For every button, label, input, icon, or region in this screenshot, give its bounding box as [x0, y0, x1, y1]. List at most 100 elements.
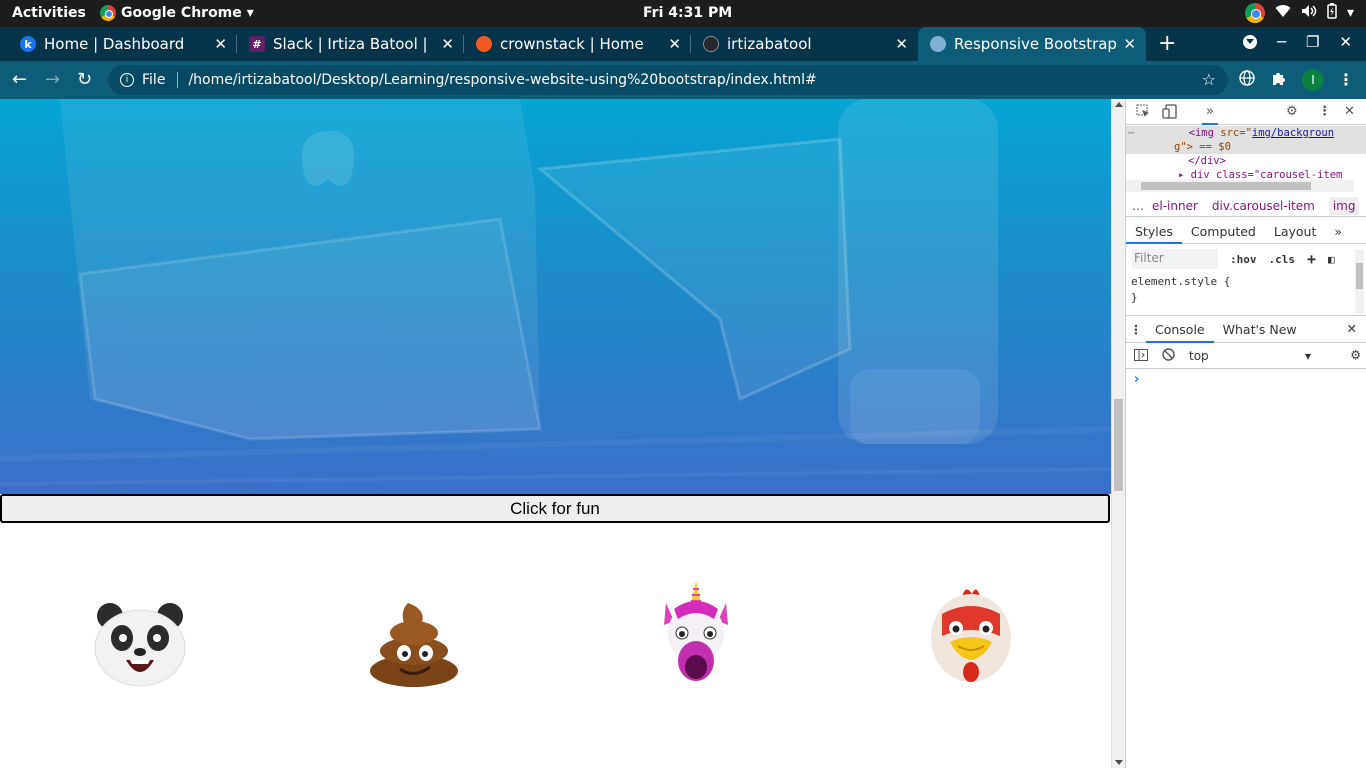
dom-src-link[interactable]: img/backgroun [1252, 127, 1334, 139]
address-bar[interactable]: i File /home/irtizabatool/Desktop/Learni… [108, 65, 1228, 95]
wifi-icon[interactable] [1275, 4, 1291, 22]
close-tab-icon[interactable]: ✕ [895, 35, 908, 53]
console-prompt[interactable]: › [1134, 372, 1139, 387]
chrome-tray-icon[interactable] [1244, 3, 1265, 23]
divider [177, 72, 179, 88]
styles-filter-input[interactable]: Filter [1132, 249, 1218, 269]
hov-button[interactable]: :hov [1230, 253, 1257, 266]
close-tab-icon[interactable]: ✕ [1123, 35, 1136, 53]
click-for-fun-button[interactable]: Click for fun [0, 494, 1110, 523]
tab-responsive-bootstrap[interactable]: Responsive Bootstrap W ✕ [918, 27, 1146, 61]
devtools-kebab-icon[interactable]: ⋮ [1318, 104, 1331, 119]
close-tab-icon[interactable]: ✕ [668, 35, 681, 53]
styles-scrollbar-thumb[interactable] [1356, 263, 1363, 289]
dom-horizontal-scrollbar[interactable] [1126, 180, 1354, 192]
translate-globe-icon[interactable] [1239, 70, 1255, 90]
tab-whats-new[interactable]: What's New [1214, 316, 1306, 343]
tab-title: Slack | Irtiza Batool | cro [273, 35, 430, 53]
inspect-element-icon[interactable] [1136, 104, 1150, 122]
scroll-down-arrow-icon[interactable] [1115, 760, 1123, 765]
dom-scrollbar-thumb[interactable] [1141, 182, 1311, 190]
tab-console[interactable]: Console [1146, 316, 1214, 343]
reload-icon[interactable]: ↻ [77, 69, 92, 90]
more-panels-chevron-icon[interactable]: » [1202, 104, 1218, 125]
tab-search-icon[interactable] [1242, 35, 1257, 49]
new-tab-plus-icon[interactable]: + [1158, 31, 1176, 56]
bookmark-star-icon[interactable]: ☆ [1202, 70, 1216, 89]
tab-title: crownstack | Home [500, 35, 644, 53]
poop-emoji-image [368, 599, 460, 693]
maximize-icon[interactable]: ❐ [1306, 33, 1319, 51]
console-settings-gear-icon[interactable]: ⚙ [1350, 348, 1361, 362]
tab-title: Home | Dashboard [44, 35, 185, 53]
page-scrollbar[interactable] [1111, 99, 1125, 768]
back-arrow-icon[interactable]: ← [12, 69, 27, 90]
dom-selected-line[interactable]: ⋯ <img src="img/backgroun [1126, 126, 1366, 140]
scroll-up-arrow-icon[interactable] [1115, 102, 1123, 107]
dom-ellipsis-icon[interactable]: ⋯ [1128, 127, 1134, 139]
minimize-icon[interactable]: ─ [1277, 33, 1286, 51]
breadcrumb-item[interactable]: div.carousel-item [1212, 199, 1315, 213]
drawer-kebab-icon[interactable]: ⋮ [1126, 322, 1146, 337]
dom-selected-line-cont[interactable]: g"> == $0 [1126, 140, 1366, 154]
element-style-rule[interactable]: element.style { [1131, 274, 1354, 290]
tab-title: irtizabatool [727, 35, 812, 53]
element-style-close: } [1131, 291, 1138, 304]
clock[interactable]: Fri 4:31 PM [643, 5, 732, 21]
profile-avatar[interactable]: I [1302, 69, 1324, 91]
new-rule-plus-icon[interactable]: + [1307, 250, 1316, 268]
clear-console-icon[interactable] [1162, 348, 1175, 364]
devtools-panel: » ⚙ ⋮ ✕ ⋯ <img src="img/backgroun g"> ==… [1125, 99, 1366, 768]
drawer-tabs: ⋮ Console What's New ✕ [1126, 315, 1366, 343]
extensions-puzzle-icon[interactable] [1271, 70, 1287, 90]
device-toolbar-icon[interactable] [1162, 104, 1178, 123]
context-dropdown-icon: ▾ [1304, 349, 1311, 363]
hero-carousel-image [0, 99, 1111, 494]
close-window-icon[interactable]: ✕ [1339, 33, 1352, 51]
chrome-menu-kebab-icon[interactable]: ⋮ [1338, 70, 1354, 89]
dom-line[interactable]: ▸ div class="carousel-item [1126, 168, 1366, 180]
elements-dom-tree[interactable]: ⋯ <img src="img/backgroun g"> == $0 </di… [1126, 126, 1366, 180]
close-tab-icon[interactable]: ✕ [214, 35, 227, 53]
breadcrumb-item[interactable]: el-inner [1152, 199, 1198, 213]
url-text[interactable]: /home/irtizabatool/Desktop/Learning/resp… [188, 72, 816, 88]
settings-gear-icon[interactable]: ⚙ [1286, 104, 1298, 119]
breadcrumb-item[interactable]: img [1328, 196, 1360, 215]
panda-emoji-image [92, 602, 188, 692]
crownstack-icon [476, 36, 492, 52]
styles-pane[interactable]: element.style { } [1126, 274, 1354, 310]
chevron-down-icon: ▾ [246, 5, 254, 21]
unicorn-emoji-image [660, 581, 732, 689]
page-scrollbar-thumb[interactable] [1114, 399, 1123, 491]
tab-computed[interactable]: Computed [1182, 219, 1265, 244]
cls-button[interactable]: .cls [1269, 253, 1296, 266]
console-sidebar-icon[interactable] [1134, 348, 1148, 364]
forward-arrow-icon[interactable]: → [45, 69, 60, 90]
dom-line: g"> == $0 [1174, 141, 1231, 153]
tab-slack[interactable]: # Slack | Irtiza Batool | cro ✕ [237, 27, 464, 61]
dom-attr: src=" [1220, 127, 1252, 139]
more-subtabs-chevron-icon[interactable]: » [1325, 219, 1351, 244]
volume-icon[interactable] [1301, 4, 1317, 22]
tab-home-dashboard[interactable]: k Home | Dashboard ✕ [0, 27, 237, 61]
toggle-sidebar-icon[interactable]: ◧ [1328, 253, 1335, 266]
system-menu-chevron-icon[interactable]: ▾ [1347, 5, 1354, 21]
breadcrumb-item[interactable]: … [1132, 199, 1144, 213]
close-tab-icon[interactable]: ✕ [441, 35, 454, 53]
battery-icon[interactable] [1327, 3, 1337, 23]
dom-line[interactable]: </div> [1126, 154, 1366, 168]
close-devtools-icon[interactable]: ✕ [1344, 104, 1355, 119]
info-icon[interactable]: i [120, 73, 134, 87]
tab-crownstack[interactable]: crownstack | Home ✕ [464, 27, 691, 61]
dom-tag: <img [1188, 127, 1214, 139]
styles-scrollbar[interactable] [1355, 249, 1364, 313]
activities-button[interactable]: Activities [12, 5, 86, 21]
console-toolbar: top ▾ ⚙ [1126, 344, 1366, 369]
tab-layout[interactable]: Layout [1265, 219, 1326, 244]
close-drawer-icon[interactable]: ✕ [1347, 321, 1357, 336]
tab-github[interactable]: irtizabatool ✕ [691, 27, 918, 61]
app-menu[interactable]: Google Chrome ▾ [100, 5, 254, 21]
system-tray[interactable]: ▾ [1244, 3, 1354, 23]
context-selector[interactable]: top ▾ [1185, 346, 1315, 366]
tab-styles[interactable]: Styles [1126, 219, 1182, 244]
